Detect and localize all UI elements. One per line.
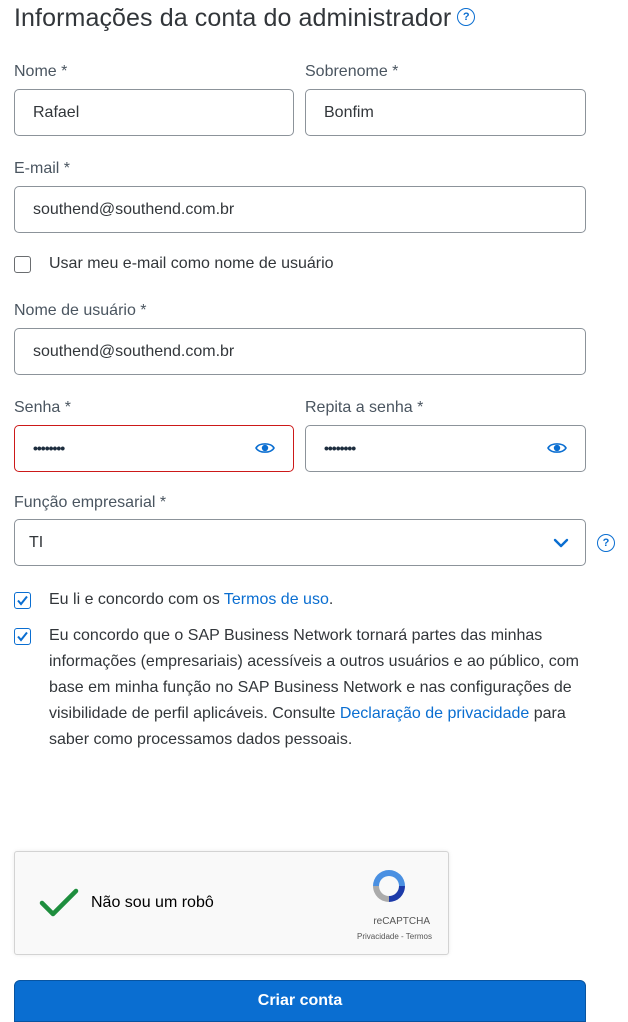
recaptcha-widget[interactable]: Não sou um robô reCAPTCHA Privacidade - … xyxy=(14,851,449,955)
password-value: •••••••• xyxy=(33,440,65,456)
password-field[interactable]: •••••••• xyxy=(14,425,294,472)
help-icon[interactable]: ? xyxy=(457,8,476,27)
recaptcha-label: Não sou um robô xyxy=(91,894,214,911)
password-label: Senha * xyxy=(14,399,71,416)
terms-text-suffix: . xyxy=(328,591,334,608)
username-field[interactable]: southend@southend.com.br xyxy=(14,328,586,375)
terms-link[interactable]: Termos de uso xyxy=(224,591,329,608)
first-name-field[interactable]: Rafael xyxy=(14,89,294,136)
eye-icon[interactable] xyxy=(255,440,275,456)
email-field[interactable]: southend@southend.com.br xyxy=(14,186,586,233)
chevron-down-icon[interactable] xyxy=(553,537,569,549)
eye-icon[interactable] xyxy=(547,440,567,456)
checkmark-icon xyxy=(17,631,28,642)
check-icon xyxy=(39,888,79,917)
privacy-text: Eu concordo que o SAP Business Network t… xyxy=(49,623,581,753)
terms-text: Eu li e concordo com os Termos de uso. xyxy=(49,587,589,613)
business-role-select[interactable]: TI xyxy=(14,519,586,566)
business-role-value: TI xyxy=(29,534,44,551)
page-title: Informações da conta do administrador? xyxy=(14,4,476,33)
first-name-label: Nome * xyxy=(14,63,68,80)
checkmark-icon xyxy=(17,595,28,606)
privacy-checkbox[interactable] xyxy=(14,628,31,645)
page-title-text: Informações da conta do administrador xyxy=(14,4,452,32)
repeat-password-label: Repita a senha * xyxy=(305,399,424,416)
last-name-field[interactable]: Bonfim xyxy=(305,89,586,136)
last-name-label: Sobrenome * xyxy=(305,63,399,80)
use-email-label: Usar meu e-mail como nome de usuário xyxy=(49,255,334,272)
business-role-label: Função empresarial * xyxy=(14,494,167,511)
recaptcha-logo-icon xyxy=(373,870,405,902)
repeat-password-value: •••••••• xyxy=(324,440,356,456)
username-label: Nome de usuário * xyxy=(14,302,147,319)
help-icon[interactable]: ? xyxy=(597,534,615,552)
terms-checkbox[interactable] xyxy=(14,592,31,609)
terms-text-prefix: Eu li e concordo com os xyxy=(49,591,224,608)
email-label: E-mail * xyxy=(14,160,71,177)
recaptcha-brand: reCAPTCHA xyxy=(373,916,430,927)
use-email-checkbox[interactable] xyxy=(14,256,31,273)
privacy-link[interactable]: Declaração de privacidade xyxy=(340,705,529,722)
repeat-password-field[interactable]: •••••••• xyxy=(305,425,586,472)
recaptcha-links[interactable]: Privacidade - Termos xyxy=(357,932,432,941)
create-account-button[interactable]: Criar conta xyxy=(14,980,586,1022)
